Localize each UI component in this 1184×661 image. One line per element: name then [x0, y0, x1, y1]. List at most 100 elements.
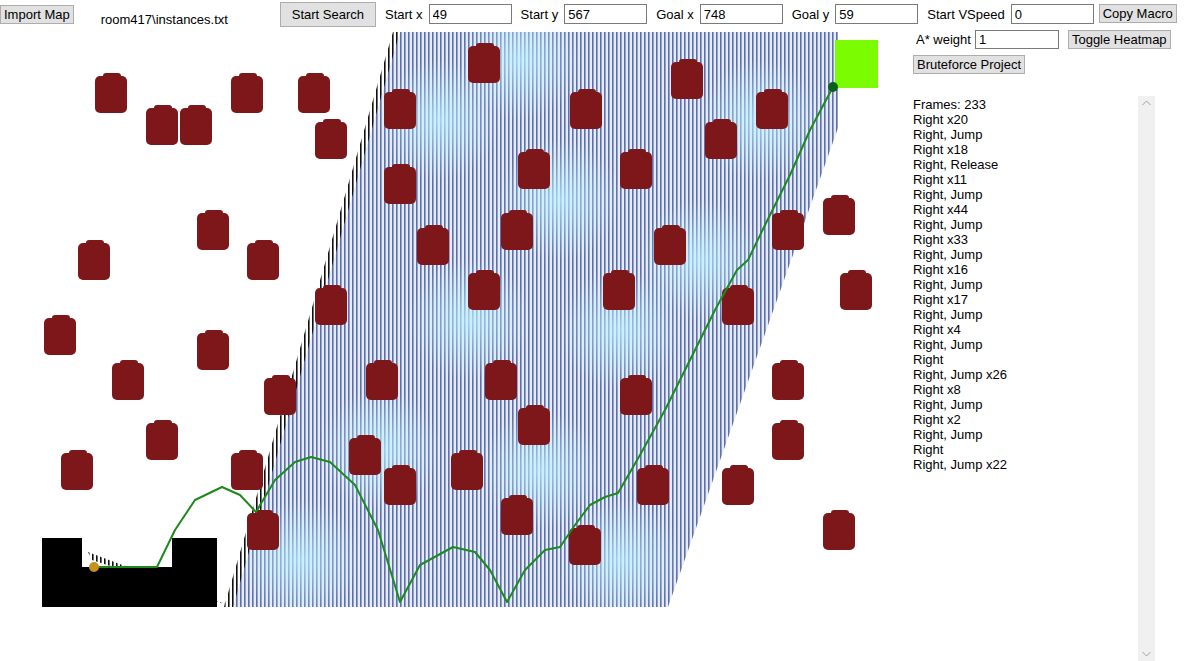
- killer-block: [112, 360, 144, 400]
- platform: [42, 538, 217, 607]
- scroll-up-icon[interactable]: [1142, 100, 1151, 106]
- map-file-label: room417\instances.txt: [101, 12, 280, 27]
- toggle-heatmap-button[interactable]: Toggle Heatmap: [1068, 30, 1171, 49]
- killer-block: [231, 450, 263, 490]
- killer-block: [501, 495, 533, 535]
- killer-block: [705, 119, 737, 159]
- killer-block: [468, 270, 500, 310]
- copy-macro-button[interactable]: Copy Macro: [1099, 4, 1177, 23]
- field-label: Start x: [385, 7, 429, 22]
- killer-block: [197, 210, 229, 250]
- field-group: Goal x: [656, 4, 783, 24]
- killer-block: [78, 240, 110, 280]
- killer-block: [772, 210, 804, 250]
- heatmap: [88, 30, 838, 620]
- macro-line: Right, Jump x26: [913, 367, 1138, 382]
- field-input[interactable]: [700, 4, 783, 24]
- field-label: Start VSpeed: [927, 7, 1010, 22]
- killer-block: [654, 225, 686, 265]
- start-search-button[interactable]: Start Search: [280, 2, 376, 27]
- macro-line: Right x2: [913, 412, 1138, 427]
- import-map-button[interactable]: Import Map: [0, 5, 74, 24]
- side-panel: A* weight Toggle Heatmap Bruteforce Projec…: [900, 30, 1184, 661]
- killer-block: [315, 119, 347, 159]
- macro-line: Right, Jump: [913, 307, 1138, 322]
- field-input[interactable]: [429, 4, 512, 24]
- macro-line: Right, Release: [913, 157, 1138, 172]
- macro-line: Right: [913, 442, 1138, 457]
- field-input[interactable]: [564, 4, 647, 24]
- frames-count: Frames: 233: [913, 97, 1138, 112]
- map-canvas: [0, 30, 900, 661]
- macro-line: Right, Jump: [913, 127, 1138, 142]
- field-group: Start x: [385, 4, 512, 24]
- macro-line: Right, Jump: [913, 397, 1138, 412]
- killer-block: [518, 405, 550, 445]
- killer-block: [772, 360, 804, 400]
- goal-area: [835, 40, 878, 88]
- killer-block: [146, 105, 178, 145]
- field-input[interactable]: [1011, 4, 1094, 24]
- killer-block: [298, 73, 330, 113]
- macro-line: Right, Jump: [913, 277, 1138, 292]
- killer-block: [61, 450, 93, 490]
- macro-area: Frames: 233Right x20Right, JumpRight x18…: [913, 96, 1184, 661]
- killer-block: [756, 89, 788, 129]
- macro-line: Right x20: [913, 112, 1138, 127]
- bruteforce-button[interactable]: Bruteforce Project: [913, 55, 1025, 74]
- killer-block: [518, 149, 550, 189]
- macro-line: Right, Jump: [913, 187, 1138, 202]
- macro-line: Right x33: [913, 232, 1138, 247]
- macro-line: Right x16: [913, 262, 1138, 277]
- field-group: Goal y: [792, 4, 919, 24]
- killer-block: [349, 435, 381, 475]
- macro-line: Right x18: [913, 142, 1138, 157]
- field-input[interactable]: [835, 4, 918, 24]
- killer-block: [772, 420, 804, 460]
- killer-block: [620, 375, 652, 415]
- field-group: Start VSpeed: [927, 4, 1093, 24]
- killer-block: [384, 89, 416, 129]
- astar-weight-input[interactable]: [975, 30, 1059, 49]
- field-label: Goal x: [656, 7, 700, 22]
- killer-block: [451, 450, 483, 490]
- killer-block: [620, 149, 652, 189]
- macro-line: Right x8: [913, 382, 1138, 397]
- scrollbar[interactable]: [1138, 96, 1155, 661]
- macro-line: Right, Jump: [913, 217, 1138, 232]
- start-marker: [89, 562, 99, 572]
- killer-block: [264, 375, 296, 415]
- scroll-down-icon[interactable]: [1142, 651, 1151, 657]
- killer-block: [823, 510, 855, 550]
- macro-list: Frames: 233Right x20Right, JumpRight x18…: [913, 96, 1138, 661]
- killer-block: [247, 510, 279, 550]
- killer-block: [722, 285, 754, 325]
- main-area: A* weight Toggle Heatmap Bruteforce Projec…: [0, 30, 1184, 661]
- killer-block: [840, 270, 872, 310]
- astar-label: A* weight: [916, 32, 975, 47]
- path-line: [94, 87, 833, 602]
- killer-block: [247, 240, 279, 280]
- killer-block: [95, 73, 127, 113]
- killer-block: [485, 360, 517, 400]
- killer-block: [468, 43, 500, 83]
- killer-block: [366, 360, 398, 400]
- killer-block: [384, 465, 416, 505]
- killer-block: [569, 525, 601, 565]
- killer-block: [384, 164, 416, 204]
- macro-line: Right: [913, 352, 1138, 367]
- killer-block: [501, 210, 533, 250]
- killer-block: [417, 225, 449, 265]
- killer-block: [146, 420, 178, 460]
- killer-block: [180, 105, 212, 145]
- macro-line: Right, Jump: [913, 247, 1138, 262]
- astar-row: A* weight Toggle Heatmap: [913, 30, 1184, 49]
- macro-line: Right x4: [913, 322, 1138, 337]
- killer-block: [823, 195, 855, 235]
- killer-block: [315, 285, 347, 325]
- macro-line: Right, Jump x22: [913, 457, 1138, 472]
- toolbar: Import Map room417\instances.txtStart Sea…: [0, 0, 1184, 30]
- killer-block: [570, 89, 602, 129]
- macro-line: Right x11: [913, 172, 1138, 187]
- macro-line: Right, Jump: [913, 337, 1138, 352]
